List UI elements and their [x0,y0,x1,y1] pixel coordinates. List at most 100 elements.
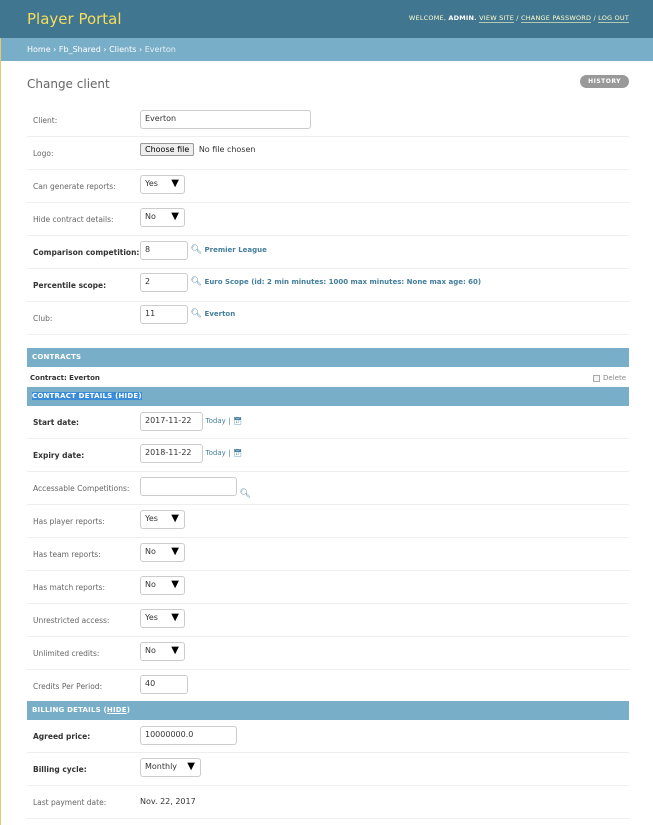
breadcrumb-sep: › [103,45,107,54]
delete-label: Delete [603,374,626,382]
form-row-last-payment: Last payment date: Nov. 22, 2017 [27,786,629,819]
last-payment-label: Last payment date: [33,798,107,807]
team-reports-label: Has team reports: [33,550,101,559]
contract-details-heading[interactable]: CONTRACT DETAILS (HIDE) [27,387,629,406]
today-link[interactable]: Today [206,417,226,425]
comparison-field: 8 🔍︎ Premier League [140,241,267,260]
client-input[interactable]: Everton [140,110,311,129]
breadcrumb-current: Everton [144,45,176,54]
breadcrumb-app[interactable]: Fb_Shared [59,45,101,54]
hide-contract-label: Hide contract details: [33,215,114,224]
select-value: Yes [145,514,158,523]
team-reports-select[interactable]: No ▼ [140,543,185,562]
breadcrumb-sep: › [138,45,143,54]
client-label: Client: [33,116,58,125]
accessible-label: Accessable Competitions: [33,484,130,493]
select-value: Yes [145,613,158,622]
calendar-icon[interactable]: 📅︎ [233,449,242,457]
form-row-team-reports: Has team reports: No ▼ [27,538,629,571]
percentile-name: Euro Scope (id: 2 min minutes: 1000 max … [204,278,482,286]
form-row-unrestricted: Unrestricted access: Yes ▼ [27,604,629,637]
form-row-match-reports: Has match reports: No ▼ [27,571,629,604]
form-row-credits: Credits Per Period: 40 [27,670,629,703]
form-row-billing-cycle: Billing cycle: Monthly ▼ [27,753,629,786]
billing-cycle-label: Billing cycle: [33,765,87,774]
triangle-down-icon: ▼ [187,761,195,772]
magnifier-icon[interactable]: 🔍︎ [191,309,202,319]
checkbox-icon[interactable] [593,374,600,382]
breadcrumb-sep: › [53,45,57,54]
magnifier-icon[interactable]: 🔍︎ [191,277,202,287]
triangle-down-icon: ▼ [171,579,179,590]
user-tools: WELCOME, ADMIN. VIEW SITE / CHANGE PASSW… [408,14,629,23]
separator: | [228,449,231,457]
expiry-date-label: Expiry date: [33,451,85,460]
select-value: No [145,580,156,589]
accessible-input[interactable] [140,477,237,496]
triangle-down-icon: ▼ [171,612,179,623]
breadcrumb-home[interactable]: Home [27,45,51,54]
separator: / [593,14,596,22]
accessible-field: 🔍︎ [140,477,251,499]
percentile-field: 2 🔍︎ Euro Scope (id: 2 min minutes: 1000… [140,273,481,292]
expiry-date-input[interactable]: 2018-11-22 [140,444,203,463]
calendar-icon[interactable]: 📅︎ [233,417,242,425]
welcome-text: WELCOME, [408,14,447,22]
form-row-accessible: Accessable Competitions: 🔍︎ [27,472,629,505]
agreed-price-label: Agreed price: [33,732,91,741]
change-password-link[interactable]: CHANGE PASSWORD [520,14,592,23]
billing-heading-text: BILLING DETAILS ( [32,706,107,714]
select-value: Yes [145,179,158,188]
comparison-input[interactable]: 8 [140,241,188,260]
unrestricted-select[interactable]: Yes ▼ [140,609,185,628]
file-status: No file chosen [198,145,256,154]
form-row-agreed-price: Agreed price: 10000000.0 [27,720,629,753]
unlimited-label: Unlimited credits: [33,649,100,658]
unlimited-select[interactable]: No ▼ [140,642,185,661]
triangle-down-icon: ▼ [171,513,179,524]
triangle-down-icon: ▼ [171,546,179,557]
player-reports-select[interactable]: Yes ▼ [140,510,185,529]
magnifier-icon[interactable]: 🔍︎ [191,245,202,255]
delete-checkbox[interactable]: Delete [593,374,626,382]
site-brand[interactable]: Player Portal [27,10,122,28]
header: Player Portal WELCOME, ADMIN. VIEW SITE … [0,0,653,38]
club-input[interactable]: 11 [140,305,188,324]
form-row-client: Client: Everton [27,104,629,137]
form-row-unlimited: Unlimited credits: No ▼ [27,637,629,670]
logo-label: Logo: [33,149,54,158]
billing-hide-link[interactable]: HIDE [107,706,127,714]
select-value: No [145,212,156,221]
triangle-down-icon: ▼ [171,178,179,189]
expiry-date-field: 2018-11-22 Today | 📅︎ [140,444,242,463]
comparison-name: Premier League [204,246,267,254]
history-button[interactable]: HISTORY [580,75,629,88]
hide-contract-select[interactable]: No ▼ [140,208,185,227]
unrestricted-label: Unrestricted access: [33,616,110,625]
form-row-percentile: Percentile scope: 2 🔍︎ Euro Scope (id: 2… [27,269,629,302]
today-link[interactable]: Today [206,449,226,457]
percentile-label: Percentile scope: [33,281,107,290]
choose-file-button[interactable]: Choose file [140,143,195,156]
select-value: Monthly [145,762,178,771]
agreed-price-input[interactable]: 10000000.0 [140,726,237,745]
contract-details-title[interactable]: CONTRACT DETAILS (HIDE) [32,392,142,400]
club-label: Club: [33,314,53,323]
player-reports-label: Has player reports: [33,517,105,526]
percentile-input[interactable]: 2 [140,273,188,292]
magnifier-icon[interactable]: 🔍︎ [240,489,251,499]
view-site-link[interactable]: VIEW SITE [479,14,515,23]
can-generate-select[interactable]: Yes ▼ [140,175,185,194]
match-reports-select[interactable]: No ▼ [140,576,185,595]
contracts-heading: CONTRACTS [27,348,629,367]
select-value: No [145,646,156,655]
log-out-link[interactable]: LOG OUT [598,14,629,23]
credits-input[interactable]: 40 [140,675,188,694]
start-date-input[interactable]: 2017-11-22 [140,412,203,431]
billing-cycle-select[interactable]: Monthly ▼ [140,758,201,777]
club-field: 11 🔍︎ Everton [140,305,235,324]
form-row-club: Club: 11 🔍︎ Everton [27,302,629,335]
triangle-down-icon: ▼ [171,211,179,222]
breadcrumb-model[interactable]: Clients [109,45,136,54]
breadcrumb: Home › Fb_Shared › Clients › Everton [0,38,653,61]
